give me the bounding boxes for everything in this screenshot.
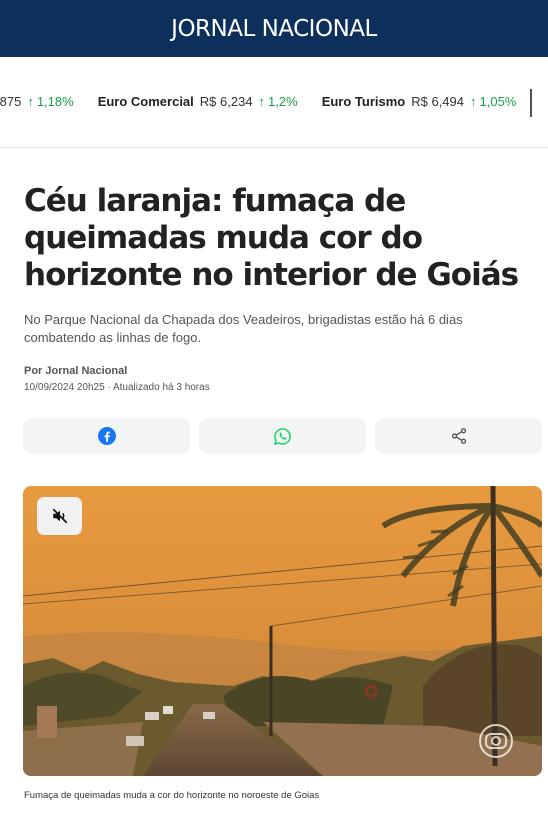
muted-speaker-icon bbox=[52, 508, 67, 524]
ticker-item[interactable]: Euro Turismo R$ 6,494 ↑ 1,05% bbox=[322, 94, 517, 109]
ticker-name: Euro Comercial bbox=[97, 94, 194, 109]
video-player[interactable] bbox=[23, 486, 542, 776]
article-subtitle: No Parque Nacional da Chapada dos Veadei… bbox=[24, 312, 463, 345]
mute-button[interactable] bbox=[37, 497, 82, 535]
share-bar bbox=[23, 418, 542, 454]
ticker-change: 1,2% bbox=[268, 94, 298, 109]
globo-logo-icon bbox=[479, 724, 513, 758]
ticker-price: R$ 6,234 bbox=[199, 94, 253, 109]
share-whatsapp-button[interactable] bbox=[199, 418, 366, 454]
ticker-item[interactable]: Euro Comercial R$ 6,234 ↑ 1,2% bbox=[98, 94, 298, 109]
globo-watermark bbox=[478, 723, 514, 764]
article-title: Céu laranja: fumaça de queimadas muda co… bbox=[24, 183, 519, 293]
ticker-change: 1,18% bbox=[36, 94, 74, 109]
arrow-up-icon: ↑ bbox=[258, 94, 266, 109]
ticker-fade bbox=[528, 57, 548, 147]
site-logo[interactable]: JORNAL NACIONAL bbox=[171, 16, 377, 42]
share-icon bbox=[451, 428, 466, 444]
video-frame bbox=[23, 486, 542, 776]
site-header: JORNAL NACIONAL bbox=[0, 0, 548, 57]
share-facebook-button[interactable] bbox=[23, 418, 190, 454]
article-dateline: 10/09/2024 20h25 · Atualizado há 3 horas bbox=[24, 382, 210, 393]
article-byline: Por Jornal Nacional bbox=[24, 365, 128, 377]
image-caption: Fumaça de queimadas muda a cor do horizo… bbox=[24, 790, 320, 801]
currency-ticker: ,875 ↑ 1,18% Euro Comercial R$ 6,234 ↑ 1… bbox=[0, 57, 548, 148]
ticker-item[interactable]: ,875 ↑ 1,18% bbox=[0, 94, 74, 109]
share-more-button[interactable] bbox=[375, 418, 542, 454]
ticker-change: 1,05% bbox=[479, 94, 517, 109]
ticker-name: Euro Turismo bbox=[321, 94, 406, 109]
arrow-up-icon: ↑ bbox=[27, 94, 34, 109]
whatsapp-icon bbox=[273, 427, 291, 445]
ticker-price: ,875 bbox=[0, 94, 22, 109]
facebook-icon bbox=[97, 427, 116, 445]
arrow-up-icon: ↑ bbox=[470, 94, 477, 109]
ticker-price: R$ 6,494 bbox=[411, 94, 464, 109]
